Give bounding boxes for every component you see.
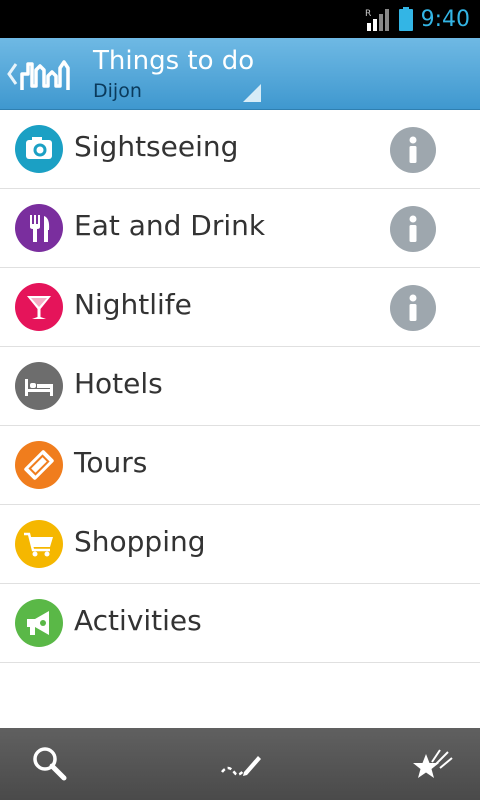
city-skyline-logo-icon[interactable] <box>20 56 70 92</box>
list-item-label: Eat and Drink <box>74 209 266 242</box>
search-icon[interactable] <box>28 742 72 786</box>
list-item-activities[interactable]: Activities <box>0 584 480 663</box>
list-item-tours[interactable]: Tours <box>0 426 480 505</box>
status-bar: R 9:40 <box>0 0 480 38</box>
shopping-cart-icon <box>15 520 63 568</box>
list-item-label: Shopping <box>74 525 206 558</box>
info-button-nightlife[interactable] <box>390 285 436 331</box>
app-bar: Things to do Dijon <box>0 38 480 110</box>
signal-icon: R <box>365 7 391 31</box>
back-chevron-icon[interactable] <box>6 62 18 86</box>
list-item-label: Hotels <box>74 367 163 400</box>
camera-icon <box>15 125 63 173</box>
info-button-sightseeing[interactable] <box>390 127 436 173</box>
list-item-label: Nightlife <box>74 288 192 321</box>
cocktail-glass-icon <box>15 283 63 331</box>
status-icons: R 9:40 <box>365 4 470 34</box>
dropdown-arrow-icon[interactable] <box>243 84 261 102</box>
list-item-shopping[interactable]: Shopping <box>0 505 480 584</box>
category-list: Sightseeing Eat and Drink Nightlife Hote… <box>0 110 480 663</box>
megaphone-icon <box>15 599 63 647</box>
list-item-label: Sightseeing <box>74 130 239 163</box>
status-time: 9:40 <box>420 6 470 32</box>
roaming-badge: R <box>365 9 371 19</box>
battery-icon <box>398 7 413 31</box>
list-item-nightlife[interactable]: Nightlife <box>0 268 480 347</box>
bottom-toolbar <box>0 728 480 800</box>
list-item-sightseeing[interactable]: Sightseeing <box>0 110 480 189</box>
page-subtitle[interactable]: Dijon <box>93 80 142 102</box>
list-item-hotels[interactable]: Hotels <box>0 347 480 426</box>
ticket-icon <box>15 441 63 489</box>
list-item-eat-and-drink[interactable]: Eat and Drink <box>0 189 480 268</box>
route-pencil-icon[interactable] <box>218 742 262 786</box>
favorites-stars-icon[interactable] <box>410 742 454 786</box>
list-item-label: Tours <box>74 446 148 479</box>
list-item-label: Activities <box>74 604 202 637</box>
page-title[interactable]: Things to do <box>93 46 254 76</box>
info-button-eat-and-drink[interactable] <box>390 206 436 252</box>
bed-icon <box>15 362 63 410</box>
fork-knife-icon <box>15 204 63 252</box>
